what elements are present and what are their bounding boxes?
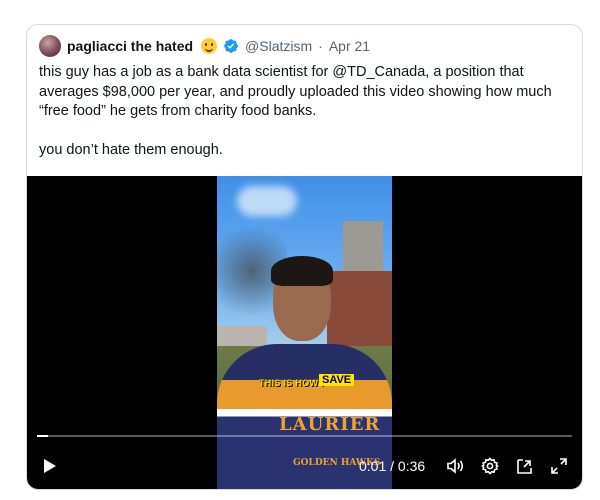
tweet-header: pagliacci the hated @Slatzism · Apr 21 — [39, 35, 370, 57]
author-handle[interactable]: @Slatzism — [245, 38, 312, 54]
fullscreen-icon[interactable] — [549, 456, 569, 476]
video-caption: THIS IS HOW I — [259, 378, 324, 388]
progress-bar[interactable] — [37, 435, 572, 437]
separator-dot: · — [318, 38, 323, 54]
tweet-paragraph: you don’t hate them enough. — [39, 141, 223, 158]
brick-house — [327, 271, 392, 351]
video-controls: 0:01 / 0:36 — [27, 452, 582, 480]
pop-out-icon[interactable] — [515, 456, 535, 476]
person-hair — [271, 256, 333, 286]
video-caption-highlight: SAVE — [319, 374, 355, 386]
video-frame[interactable]: THIS IS HOW I SAVE LAURIER GOLDEN HAWKS — [217, 176, 392, 489]
sky-cloud — [237, 186, 297, 216]
verified-badge-icon — [224, 39, 238, 53]
avatar[interactable] — [39, 35, 61, 57]
tweet-card[interactable]: pagliacci the hated @Slatzism · Apr 21 t… — [26, 24, 583, 490]
time-display: 0:01 / 0:36 — [359, 458, 426, 474]
page: pagliacci the hated @Slatzism · Apr 21 t… — [0, 0, 600, 500]
slightly-smiling-face-icon — [201, 38, 218, 54]
play-icon[interactable] — [39, 456, 59, 476]
display-name[interactable]: pagliacci the hated — [67, 38, 193, 54]
tweet-date[interactable]: Apr 21 — [329, 38, 370, 54]
video-player[interactable]: THIS IS HOW I SAVE LAURIER GOLDEN HAWKS … — [27, 176, 582, 489]
progress-fill — [37, 435, 48, 437]
volume-icon[interactable] — [445, 456, 465, 476]
tweet-paragraph: this guy has a job as a bank data scient… — [39, 64, 552, 119]
tweet-text: this guy has a job as a bank data scient… — [39, 63, 559, 160]
jersey-text: LAURIER — [279, 414, 381, 435]
gear-icon[interactable] — [480, 456, 500, 476]
